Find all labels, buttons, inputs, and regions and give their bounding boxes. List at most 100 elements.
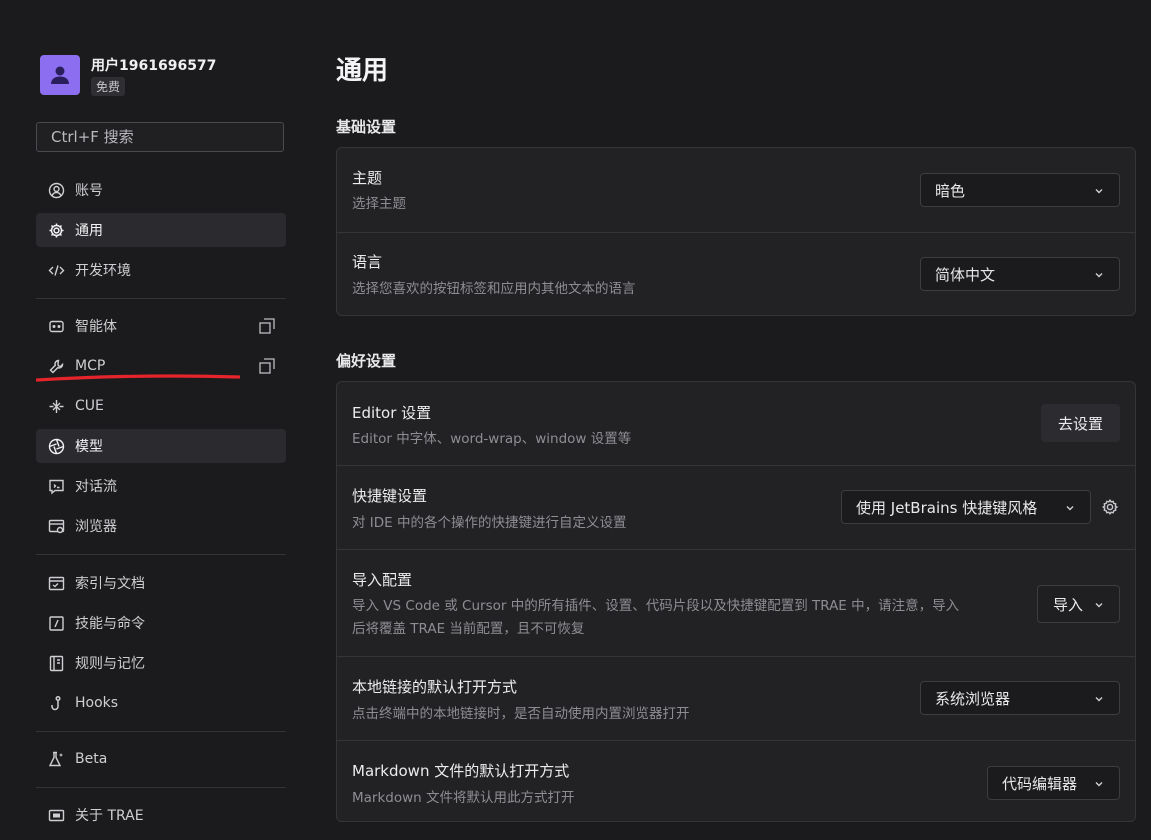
setting-description: Editor 中字体、word-wrap、window 设置等 xyxy=(352,431,632,447)
sidebar-item-beta[interactable]: Beta xyxy=(36,742,286,776)
setting-title: Editor 设置 xyxy=(352,404,432,422)
flask-icon xyxy=(46,749,66,769)
setting-title: Markdown 文件的默认打开方式 xyxy=(352,762,570,780)
robot-icon xyxy=(46,316,66,336)
setting-description-line1: 导入 VS Code 或 Cursor 中的所有插件、设置、代码片段以及快捷键配… xyxy=(352,598,960,614)
language-select[interactable]: 简体中文 xyxy=(920,257,1120,291)
setting-description: 选择您喜欢的按钮标签和应用内其他文本的语言 xyxy=(352,281,636,297)
sidebar-item-skills-commands[interactable]: 技能与命令 xyxy=(36,606,286,640)
aperture-icon xyxy=(46,436,66,456)
page-title: 通用 xyxy=(336,56,389,86)
gear-icon xyxy=(46,220,66,240)
sidebar-divider xyxy=(36,298,286,299)
basic-settings-card: 主题 选择主题 暗色 语言 选择您喜欢的按钮标签和应用内其他文本的语言 简体中文 xyxy=(336,147,1136,316)
section-title-prefs: 偏好设置 xyxy=(336,352,397,370)
sidebar-item-label: 技能与命令 xyxy=(75,616,145,632)
code-icon xyxy=(46,260,66,280)
setting-title: 语言 xyxy=(352,253,383,271)
setting-description: Markdown 文件将默认用此方式打开 xyxy=(352,790,575,806)
sidebar-item-chat-flow[interactable]: 对话流 xyxy=(36,469,286,503)
sidebar-item-agent[interactable]: 智能体 xyxy=(36,309,286,343)
sidebar-divider xyxy=(36,731,286,732)
sidebar-item-cue[interactable]: CUE xyxy=(36,389,286,423)
open-external-icon[interactable] xyxy=(258,317,276,335)
import-button[interactable]: 导入 xyxy=(1037,585,1120,623)
setting-title: 导入配置 xyxy=(352,571,413,589)
hook-icon xyxy=(46,693,66,713)
setting-description: 选择主题 xyxy=(352,196,406,212)
user-circle-icon xyxy=(46,180,66,200)
theme-select-value: 暗色 xyxy=(935,181,966,200)
sidebar-item-hooks[interactable]: Hooks xyxy=(36,686,286,720)
open-external-icon[interactable] xyxy=(258,357,276,375)
sidebar-item-label: Beta xyxy=(75,751,108,767)
sidebar-item-label: 对话流 xyxy=(75,479,117,495)
editor-settings-button[interactable]: 去设置 xyxy=(1041,404,1120,442)
setting-title: 本地链接的默认打开方式 xyxy=(352,678,518,696)
theme-select[interactable]: 暗色 xyxy=(920,173,1120,207)
setting-row-shortcut: 快捷键设置 对 IDE 中的各个操作的快捷键进行自定义设置 使用 JetBrai… xyxy=(337,465,1135,549)
local-link-select[interactable]: 系统浏览器 xyxy=(920,681,1120,715)
skill-command-icon xyxy=(46,613,66,633)
sidebar-item-label: CUE xyxy=(75,398,104,414)
sidebar-item-label: 索引与文档 xyxy=(75,576,145,592)
shortcut-style-value: 使用 JetBrains 快捷键风格 xyxy=(856,498,1038,517)
sidebar-item-model[interactable]: 模型 xyxy=(36,429,286,463)
chat-flow-icon xyxy=(46,476,66,496)
sidebar-item-label: Hooks xyxy=(75,695,119,711)
browser-icon xyxy=(46,516,66,536)
setting-row-markdown: Markdown 文件的默认打开方式 Markdown 文件将默认用此方式打开 … xyxy=(337,740,1135,822)
user-profile[interactable]: 用户1961696577 免费 xyxy=(40,55,286,97)
index-doc-icon xyxy=(46,573,66,593)
setting-row-local-link: 本地链接的默认打开方式 点击终端中的本地链接时，是否自动使用内置浏览器打开 系统… xyxy=(337,656,1135,740)
cue-icon xyxy=(46,396,66,416)
section-title-basic: 基础设置 xyxy=(336,118,397,136)
sidebar-item-label: 账号 xyxy=(75,183,103,199)
language-select-value: 简体中文 xyxy=(935,265,996,284)
user-silhouette-icon xyxy=(51,66,69,84)
chevron-down-icon xyxy=(1095,189,1103,194)
sidebar-divider xyxy=(36,787,286,788)
setting-row-theme: 主题 选择主题 暗色 xyxy=(337,148,1135,232)
user-name: 用户1961696577 xyxy=(91,58,217,74)
sidebar-item-label: 规则与记忆 xyxy=(75,656,145,672)
chevron-down-icon xyxy=(1095,273,1103,278)
chevron-down-icon xyxy=(1095,697,1103,702)
rules-memory-icon xyxy=(46,653,66,673)
plan-badge: 免费 xyxy=(91,77,126,96)
shortcut-gear-icon[interactable] xyxy=(1100,497,1120,517)
sidebar-item-label: 通用 xyxy=(75,223,103,239)
sidebar-item-index-docs[interactable]: 索引与文档 xyxy=(36,566,286,600)
shortcut-style-select[interactable]: 使用 JetBrains 快捷键风格 xyxy=(841,490,1091,524)
avatar xyxy=(40,55,80,95)
settings-sidebar: 用户1961696577 免费 账号 通用 开发环境 智能体 MCP xyxy=(36,0,286,840)
sidebar-item-label: 开发环境 xyxy=(75,263,131,279)
sidebar-item-account[interactable]: 账号 xyxy=(36,173,286,207)
sidebar-item-about[interactable]: 关于 TRAE xyxy=(36,798,286,832)
setting-description-line2: 后将覆盖 TRAE 当前配置，且不可恢复 xyxy=(352,621,585,637)
setting-title: 快捷键设置 xyxy=(352,487,428,505)
sidebar-item-dev-env[interactable]: 开发环境 xyxy=(36,253,286,287)
preference-settings-card: Editor 设置 Editor 中字体、word-wrap、window 设置… xyxy=(336,381,1136,822)
markdown-open-select[interactable]: 代码编辑器 xyxy=(987,766,1120,800)
local-link-select-value: 系统浏览器 xyxy=(935,689,1011,708)
sidebar-item-browser[interactable]: 浏览器 xyxy=(36,509,286,543)
sidebar-item-general[interactable]: 通用 xyxy=(36,213,286,247)
setting-description: 点击终端中的本地链接时，是否自动使用内置浏览器打开 xyxy=(352,706,690,722)
sidebar-divider xyxy=(36,554,286,555)
markdown-open-select-value: 代码编辑器 xyxy=(1002,774,1078,793)
chevron-down-icon xyxy=(1066,506,1074,511)
search-input[interactable] xyxy=(36,122,284,152)
sidebar-item-rules-memory[interactable]: 规则与记忆 xyxy=(36,646,286,680)
setting-row-language: 语言 选择您喜欢的按钮标签和应用内其他文本的语言 简体中文 xyxy=(337,232,1135,316)
setting-description: 对 IDE 中的各个操作的快捷键进行自定义设置 xyxy=(352,515,627,531)
chevron-down-icon xyxy=(1095,603,1103,608)
about-icon xyxy=(46,805,66,825)
setting-title: 主题 xyxy=(352,169,383,187)
sidebar-item-label: 浏览器 xyxy=(75,519,117,535)
setting-row-editor: Editor 设置 Editor 中字体、word-wrap、window 设置… xyxy=(337,382,1135,465)
import-button-label: 导入 xyxy=(1053,595,1084,614)
sidebar-item-label: 模型 xyxy=(75,439,103,455)
chevron-down-icon xyxy=(1095,782,1103,787)
setting-row-import: 导入配置 导入 VS Code 或 Cursor 中的所有插件、设置、代码片段以… xyxy=(337,549,1135,656)
